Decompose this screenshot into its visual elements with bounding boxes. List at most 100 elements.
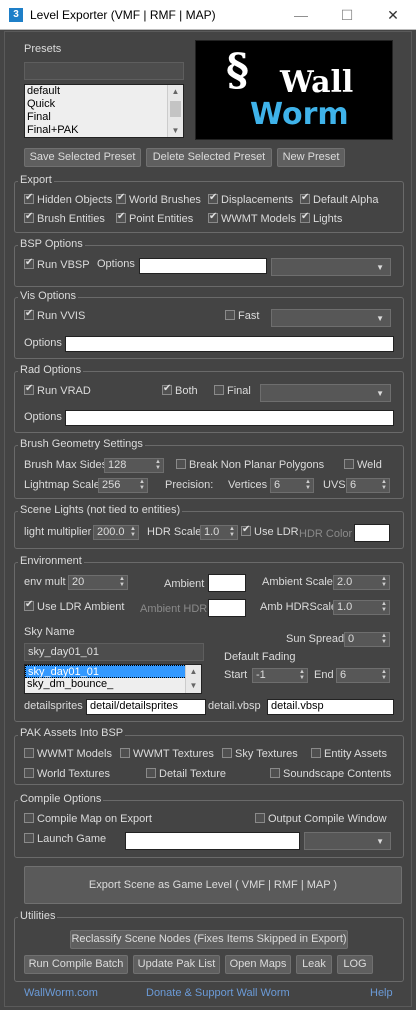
logo-wall-text: Wall [280, 65, 354, 100]
log-button[interactable]: LOG [337, 955, 373, 974]
rad-options-field[interactable] [65, 410, 394, 426]
preset-item[interactable]: Quick [25, 98, 183, 111]
compile-options-label: Compile Options [18, 793, 104, 805]
hidden-objects-checkbox[interactable]: Hidden Objects [24, 192, 112, 206]
vis-dropdown[interactable]: ▼ [271, 309, 391, 327]
ambient-swatch[interactable] [208, 574, 246, 592]
preset-item[interactable]: Final+PAK [25, 124, 183, 137]
chevron-down-icon: ▼ [376, 263, 384, 272]
pak-wwmt-textures-checkbox[interactable]: WWMT Textures [120, 748, 214, 760]
output-compile-window-checkbox[interactable]: Output Compile Window [255, 813, 387, 825]
help-link[interactable]: Help [370, 987, 393, 999]
detailsprites-field[interactable]: detail/detailsprites [86, 699, 206, 715]
preset-item[interactable]: default [25, 85, 183, 98]
lightmap-scale-spinner[interactable]: 256 ▲ ▼ [98, 478, 148, 493]
both-checkbox[interactable]: Both [162, 383, 198, 397]
pak-detail-texture-checkbox[interactable]: Detail Texture [146, 768, 226, 780]
open-maps-button[interactable]: Open Maps [225, 955, 291, 974]
reclassify-button[interactable]: Reclassify Scene Nodes (Fixes Items Skip… [70, 930, 348, 949]
ambient-hdr-label: Ambient HDR [140, 603, 208, 615]
break-non-planar-checkbox[interactable]: Break Non Planar Polygons [176, 459, 324, 471]
update-pak-list-button[interactable]: Update Pak List [133, 955, 220, 974]
game-dropdown[interactable]: ▼ [304, 832, 391, 850]
launch-game-checkbox[interactable]: Launch Game [24, 833, 106, 845]
export-label: Export [18, 174, 54, 186]
preset-name-field[interactable] [24, 62, 184, 80]
wallworm-link[interactable]: WallWorm.com [24, 987, 98, 999]
final-checkbox[interactable]: Final [214, 385, 251, 397]
detail-vbsp-field[interactable]: detail.vbsp [267, 699, 394, 715]
hdr-scale-spinner[interactable]: 1.0 ▲ ▼ [200, 525, 238, 540]
point-entities-checkbox[interactable]: Point Entities [116, 211, 193, 225]
run-vbsp-checkbox[interactable]: Run VBSP [24, 257, 90, 271]
pak-wwmt-models-checkbox[interactable]: WWMT Models [24, 748, 112, 760]
env-mult-spinner[interactable]: 20 ▲ ▼ [68, 575, 128, 590]
minimize-button[interactable]: — [278, 0, 324, 30]
presets-label: Presets [24, 43, 62, 55]
pak-sky-textures-checkbox[interactable]: Sky Textures [222, 748, 298, 760]
export-scene-button[interactable]: Export Scene as Game Level ( VMF | RMF |… [24, 866, 402, 904]
displacements-checkbox[interactable]: Displacements [208, 192, 293, 206]
vertices-spinner[interactable]: 6 ▲ ▼ [270, 478, 314, 493]
delete-preset-button[interactable]: Delete Selected Preset [146, 148, 272, 167]
save-preset-button[interactable]: Save Selected Preset [24, 148, 141, 167]
vertices-label: Vertices [228, 479, 268, 491]
sky-item[interactable]: sky_day01_01 [25, 665, 201, 678]
start-spinner[interactable]: -1 ▲ ▼ [252, 668, 308, 683]
world-brushes-checkbox[interactable]: World Brushes [116, 192, 201, 206]
hdr-color-label: HDR Color [299, 528, 353, 540]
vis-options-field[interactable] [65, 336, 394, 352]
preset-list[interactable]: default Quick Final Final+PAK ▲ ▼ [24, 84, 184, 138]
sky-list[interactable]: sky_day01_01 sky_dm_bounce_ ▲ ▼ [24, 664, 202, 694]
weld-checkbox[interactable]: Weld [344, 459, 382, 471]
brush-max-sides-spinner[interactable]: 128 ▲ ▼ [104, 458, 164, 473]
chevron-up-icon[interactable]: ▲ [186, 665, 201, 679]
chevron-up-icon[interactable]: ▲ [168, 85, 183, 98]
light-multiplier-spinner[interactable]: 200.0 ▲ ▼ [93, 525, 139, 540]
lightmap-scale-label: Lightmap Scale [24, 479, 100, 491]
compile-map-checkbox[interactable]: Compile Map on Export [24, 813, 152, 825]
lights-checkbox[interactable]: Lights [300, 211, 342, 225]
amb-hdr-scale-spinner[interactable]: 1.0 ▲ ▼ [333, 600, 390, 615]
preset-item[interactable]: Final [25, 111, 183, 124]
donate-link[interactable]: Donate & Support Wall Worm [146, 987, 290, 999]
hdr-scale-label: HDR Scale [147, 526, 202, 538]
bsp-options-field[interactable] [139, 258, 267, 274]
uvs-spinner[interactable]: 6 ▲ ▼ [346, 478, 390, 493]
use-ldr-ambient-checkbox[interactable]: Use LDR Ambient [24, 599, 124, 613]
ambient-scale-spinner[interactable]: 2.0 ▲ ▼ [333, 575, 390, 590]
pak-world-textures-checkbox[interactable]: World Textures [24, 768, 110, 780]
leak-button[interactable]: Leak [296, 955, 332, 974]
preset-scrollbar[interactable]: ▲ ▼ [167, 85, 183, 137]
pak-entity-assets-checkbox[interactable]: Entity Assets [311, 748, 387, 760]
launch-game-field[interactable] [125, 832, 300, 850]
new-preset-button[interactable]: New Preset [277, 148, 345, 167]
use-ldr-checkbox[interactable]: Use LDR [241, 524, 299, 538]
wallworm-logo: § Wall Worm [195, 40, 393, 140]
default-alpha-checkbox[interactable]: Default Alpha [300, 192, 378, 206]
hdr-color-swatch[interactable] [354, 524, 390, 542]
sky-item[interactable]: sky_dm_bounce_ [25, 678, 201, 691]
sky-scrollbar[interactable]: ▲ ▼ [185, 665, 201, 693]
fast-checkbox[interactable]: Fast [225, 310, 259, 322]
end-spinner[interactable]: 6 ▲ ▼ [336, 668, 390, 683]
ambient-hdr-swatch[interactable] [208, 599, 246, 617]
brush-entities-checkbox[interactable]: Brush Entities [24, 211, 105, 225]
close-button[interactable]: ✕ [370, 0, 416, 30]
start-label: Start [224, 669, 248, 681]
pak-soundscape-checkbox[interactable]: Soundscape Contents [270, 768, 391, 780]
wwmt-models-checkbox[interactable]: WWMT Models [208, 211, 296, 225]
run-vrad-checkbox[interactable]: Run VRAD [24, 383, 91, 397]
chevron-down-icon[interactable]: ▼ [168, 124, 183, 137]
sun-spread-spinner[interactable]: 0 ▲ ▼ [344, 632, 390, 647]
rad-dropdown[interactable]: ▼ [260, 384, 391, 402]
bsp-label: BSP Options [18, 238, 85, 250]
brush-geometry-label: Brush Geometry Settings [18, 438, 145, 450]
run-vvis-checkbox[interactable]: Run VVIS [24, 308, 85, 322]
run-compile-batch-button[interactable]: Run Compile Batch [24, 955, 128, 974]
bsp-dropdown[interactable]: ▼ [271, 258, 391, 276]
sky-name-field[interactable]: sky_day01_01 [24, 643, 204, 661]
chevron-down-icon[interactable]: ▼ [186, 679, 201, 693]
maximize-button[interactable]: ☐ [324, 0, 370, 30]
sky-name-label: Sky Name [24, 626, 75, 638]
